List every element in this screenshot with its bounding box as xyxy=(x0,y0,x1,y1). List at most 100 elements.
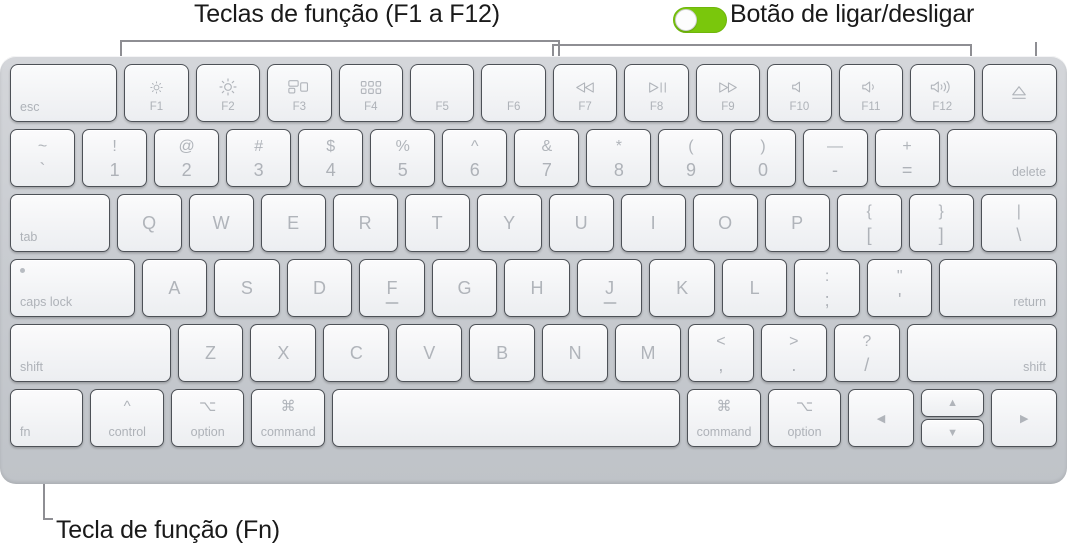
key-n[interactable]: N xyxy=(542,324,609,382)
key-option-left[interactable]: ⌥ option xyxy=(170,389,245,447)
key-delete[interactable]: delete xyxy=(946,129,1058,187)
key-f6[interactable]: F6 xyxy=(481,64,546,122)
key-m[interactable]: M xyxy=(615,324,681,382)
key-h[interactable]: H xyxy=(504,259,570,317)
key-o[interactable]: O xyxy=(692,194,758,252)
key-k[interactable]: K xyxy=(649,259,715,317)
key-1[interactable]: ! 1 xyxy=(82,129,148,187)
key-x[interactable]: X xyxy=(250,324,317,382)
key-eject-power[interactable] xyxy=(981,64,1057,122)
key-f8-label: F8 xyxy=(649,101,664,113)
key-bracket-left[interactable]: { [ xyxy=(836,194,902,252)
key-f-label: F xyxy=(386,277,398,298)
key-comma[interactable]: < , xyxy=(687,324,754,382)
key-8[interactable]: * 8 xyxy=(586,129,652,187)
key-y[interactable]: Y xyxy=(476,194,542,252)
key-equals[interactable]: + = xyxy=(874,129,940,187)
key-f2[interactable]: F2 xyxy=(195,64,261,122)
key-7[interactable]: & 7 xyxy=(514,129,580,187)
key-f[interactable]: F xyxy=(359,259,425,317)
key-f11[interactable]: F11 xyxy=(838,64,904,122)
key-4-label: 4 xyxy=(325,160,336,180)
key-command-left[interactable]: ⌘ command xyxy=(251,389,325,447)
key-arrow-up[interactable]: ▲ xyxy=(920,389,985,417)
key-shift-right[interactable]: shift xyxy=(906,324,1058,382)
key-3-shift-label: # xyxy=(254,138,264,155)
function-key-row: esc F1 F2 F3 F4 F5 F6 F7 F8 F9 F10 F11 F… xyxy=(0,64,1067,122)
key-fn[interactable]: fn xyxy=(10,389,84,447)
key-control[interactable]: ^ control xyxy=(90,389,164,447)
key-command-right[interactable]: ⌘ command xyxy=(687,389,761,447)
key-tab[interactable]: tab xyxy=(10,194,110,252)
key-backslash[interactable]: | \ xyxy=(980,194,1057,252)
key-period[interactable]: > . xyxy=(760,324,827,382)
key-g[interactable]: G xyxy=(431,259,498,317)
key-esc-label: esc xyxy=(20,100,40,114)
key-l[interactable]: L xyxy=(721,259,788,317)
key-f7[interactable]: F7 xyxy=(552,64,618,122)
key-7-shift-label: & xyxy=(541,138,553,155)
key-return[interactable]: return xyxy=(939,259,1058,317)
key-f1[interactable]: F1 xyxy=(124,64,189,122)
key-d[interactable]: D xyxy=(286,259,353,317)
key-4-shift-label: $ xyxy=(326,138,336,155)
key-q[interactable]: Q xyxy=(116,194,182,252)
key-semicolon[interactable]: : ; xyxy=(794,259,860,317)
leader-line-fn-vertical xyxy=(43,480,45,518)
key-b-label: B xyxy=(496,342,509,363)
key-g-label: G xyxy=(457,277,472,298)
key-t[interactable]: T xyxy=(404,194,470,252)
key-9[interactable]: ( 9 xyxy=(658,129,724,187)
key-3[interactable]: # 3 xyxy=(226,129,292,187)
key-f2-label: F2 xyxy=(221,101,235,113)
key-j[interactable]: J xyxy=(576,259,643,317)
key-r[interactable]: R xyxy=(332,194,398,252)
key-bracket-right[interactable]: } ] xyxy=(908,194,974,252)
key-arrow-left[interactable]: ◀ xyxy=(848,389,914,447)
key-slash[interactable]: ? / xyxy=(833,324,900,382)
key-backslash-label: \ xyxy=(1016,225,1022,245)
key-2[interactable]: @ 2 xyxy=(154,129,220,187)
key-backtick[interactable]: ~ ` xyxy=(10,129,76,187)
key-z[interactable]: Z xyxy=(177,324,244,382)
key-quote[interactable]: " ' xyxy=(866,259,933,317)
key-arrow-down[interactable]: ▼ xyxy=(920,419,985,447)
key-b[interactable]: B xyxy=(469,324,536,382)
key-a[interactable]: A xyxy=(141,259,208,317)
key-return-label: return xyxy=(1013,295,1047,309)
control-symbol-icon: ^ xyxy=(123,398,131,415)
key-0[interactable]: ) 0 xyxy=(730,129,796,187)
key-i[interactable]: I xyxy=(620,194,686,252)
key-4[interactable]: $ 4 xyxy=(298,129,364,187)
key-p-label: P xyxy=(791,212,804,233)
key-v[interactable]: V xyxy=(396,324,463,382)
key-w[interactable]: W xyxy=(188,194,254,252)
key-arrow-right[interactable]: ▶ xyxy=(991,389,1058,447)
key-minus[interactable]: — - xyxy=(802,129,868,187)
key-s[interactable]: S xyxy=(214,259,280,317)
key-u[interactable]: U xyxy=(548,194,614,252)
key-semicolon-label: ; xyxy=(824,290,830,310)
key-i-label: I xyxy=(650,212,656,233)
key-f10[interactable]: F10 xyxy=(767,64,832,122)
key-caps-lock[interactable]: caps lock xyxy=(10,259,135,317)
key-e[interactable]: E xyxy=(260,194,326,252)
key-f3[interactable]: F3 xyxy=(267,64,332,122)
key-6[interactable]: ^ 6 xyxy=(442,129,508,187)
key-f8[interactable]: F8 xyxy=(624,64,689,122)
key-space[interactable] xyxy=(331,389,681,447)
key-f9[interactable]: F9 xyxy=(695,64,761,122)
callout-function-keys: Teclas de função (F1 a F12) xyxy=(194,0,500,28)
option-symbol-icon: ⌥ xyxy=(199,398,217,415)
key-f5[interactable]: F5 xyxy=(410,64,475,122)
key-d-label: D xyxy=(312,277,326,298)
key-c[interactable]: C xyxy=(323,324,390,382)
key-f4[interactable]: F4 xyxy=(338,64,404,122)
key-p[interactable]: P xyxy=(764,194,830,252)
key-esc[interactable]: esc xyxy=(10,64,118,122)
key-f12[interactable]: F12 xyxy=(910,64,975,122)
leader-line-fkeys-top xyxy=(120,40,560,42)
key-shift-left[interactable]: shift xyxy=(10,324,171,382)
key-5[interactable]: % 5 xyxy=(370,129,436,187)
key-option-right[interactable]: ⌥ option xyxy=(767,389,842,447)
